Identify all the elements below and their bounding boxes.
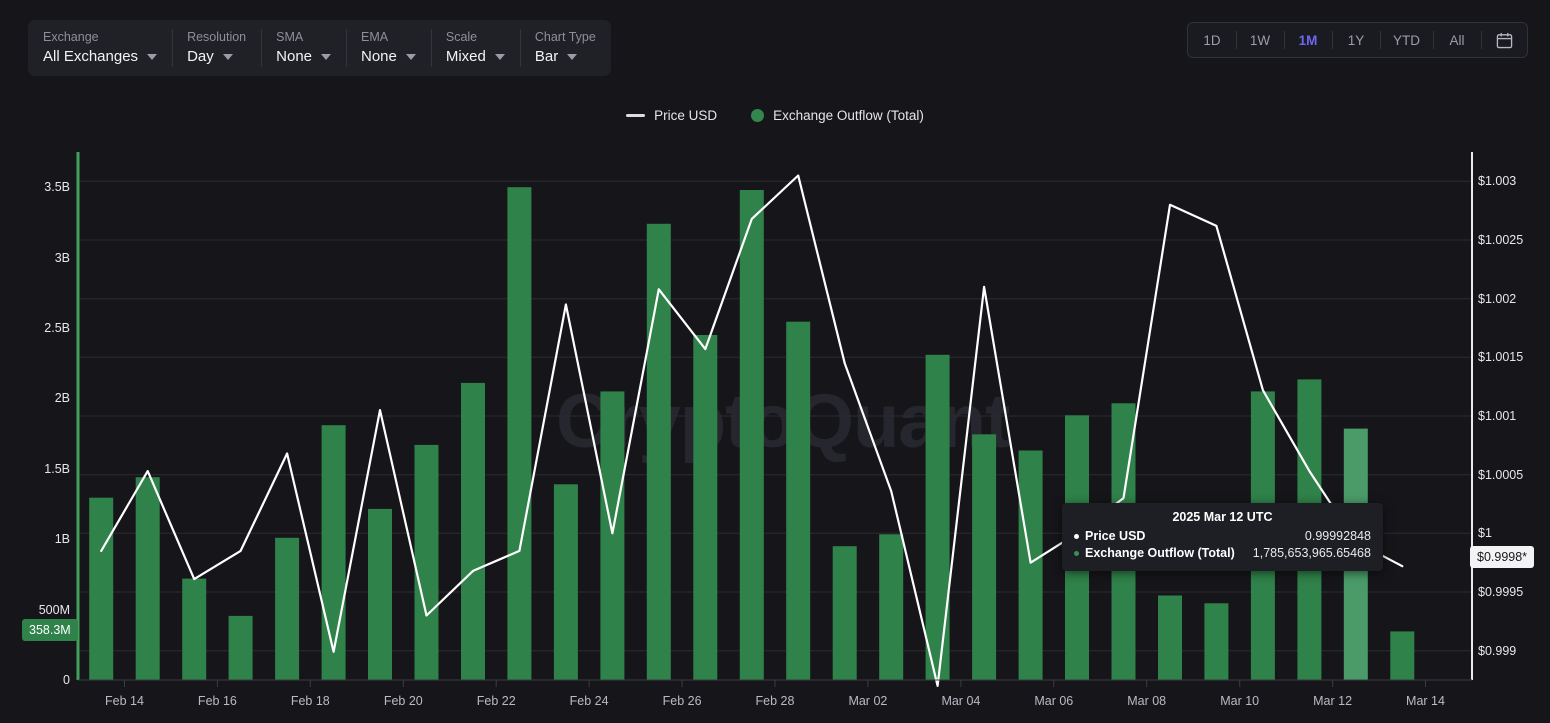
y-axis-right-tick: $1.0025 bbox=[1478, 233, 1523, 247]
tooltip-name-outflow: Exchange Outflow (Total) bbox=[1085, 545, 1235, 562]
x-axis-tick: Feb 28 bbox=[756, 694, 795, 708]
chart-app: Exchange All Exchanges Resolution Day SM… bbox=[0, 0, 1550, 723]
y-axis-right-tick: $1.0015 bbox=[1478, 350, 1523, 364]
y-axis-right: $0.999 $0.9995 $1 $1.0005 $1.001 $1.0015 $1.00… bbox=[1478, 0, 1550, 723]
x-axis-tick: Mar 12 bbox=[1313, 694, 1352, 708]
x-axis-tick: Mar 02 bbox=[848, 694, 887, 708]
x-axis-tick: Feb 20 bbox=[384, 694, 423, 708]
tooltip-dot-outflow-icon bbox=[1074, 551, 1079, 556]
chart-canvas bbox=[0, 0, 1550, 723]
y-axis-left-tick: 2B bbox=[55, 391, 70, 405]
left-axis-value-badge: 358.3M bbox=[22, 619, 78, 641]
y-axis-right-tick: $0.999 bbox=[1478, 644, 1516, 658]
x-axis-tick: Feb 22 bbox=[477, 694, 516, 708]
chart-plot-area[interactable]: CryptoQuant 0500M1B1.5B2B2.5B3B3.5B $0.9… bbox=[0, 0, 1550, 723]
y-axis-left-tick: 500M bbox=[39, 603, 70, 617]
x-axis-tick: Feb 26 bbox=[663, 694, 702, 708]
y-axis-left-tick: 3.5B bbox=[44, 180, 70, 194]
y-axis-right-tick: $0.9995 bbox=[1478, 585, 1523, 599]
x-axis-tick: Mar 06 bbox=[1034, 694, 1073, 708]
y-axis-left-tick: 1.5B bbox=[44, 462, 70, 476]
y-axis-right-tick: $1.003 bbox=[1478, 174, 1516, 188]
y-axis-right-tick: $1.001 bbox=[1478, 409, 1516, 423]
tooltip-dot-price-icon bbox=[1074, 534, 1079, 539]
tooltip-name-price: Price USD bbox=[1085, 528, 1145, 545]
x-axis-tick: Feb 24 bbox=[570, 694, 609, 708]
x-axis-tick: Mar 04 bbox=[941, 694, 980, 708]
y-axis-left: 0 500M 1B 1.5B 2B 2.5B 3B 3.5B bbox=[0, 0, 70, 723]
tooltip-title: 2025 Mar 12 UTC bbox=[1074, 510, 1371, 524]
x-axis-tick: Feb 16 bbox=[198, 694, 237, 708]
y-axis-left-tick: 1B bbox=[55, 532, 70, 546]
tooltip-value-outflow: 1,785,653,965.65468 bbox=[1235, 545, 1371, 562]
y-axis-right-tick: $1 bbox=[1478, 526, 1492, 540]
y-axis-right-tick: $1.002 bbox=[1478, 292, 1516, 306]
right-axis-value-badge: $0.9998* bbox=[1470, 546, 1534, 568]
x-axis-tick: Mar 14 bbox=[1406, 694, 1445, 708]
tooltip-row-price: Price USD 0.99992848 bbox=[1074, 528, 1371, 545]
y-axis-right-tick: $1.0005 bbox=[1478, 468, 1523, 482]
y-axis-left-tick: 3B bbox=[55, 251, 70, 265]
x-axis-tick: Feb 14 bbox=[105, 694, 144, 708]
chart-tooltip: 2025 Mar 12 UTC Price USD 0.99992848 Exc… bbox=[1062, 503, 1383, 571]
y-axis-left-tick: 0 bbox=[63, 673, 70, 687]
tooltip-row-outflow: Exchange Outflow (Total) 1,785,653,965.6… bbox=[1074, 545, 1371, 562]
tooltip-value-price: 0.99992848 bbox=[1287, 528, 1371, 545]
y-axis-left-tick: 2.5B bbox=[44, 321, 70, 335]
x-axis-tick: Mar 10 bbox=[1220, 694, 1259, 708]
x-axis-tick: Mar 08 bbox=[1127, 694, 1166, 708]
x-axis-tick: Feb 18 bbox=[291, 694, 330, 708]
